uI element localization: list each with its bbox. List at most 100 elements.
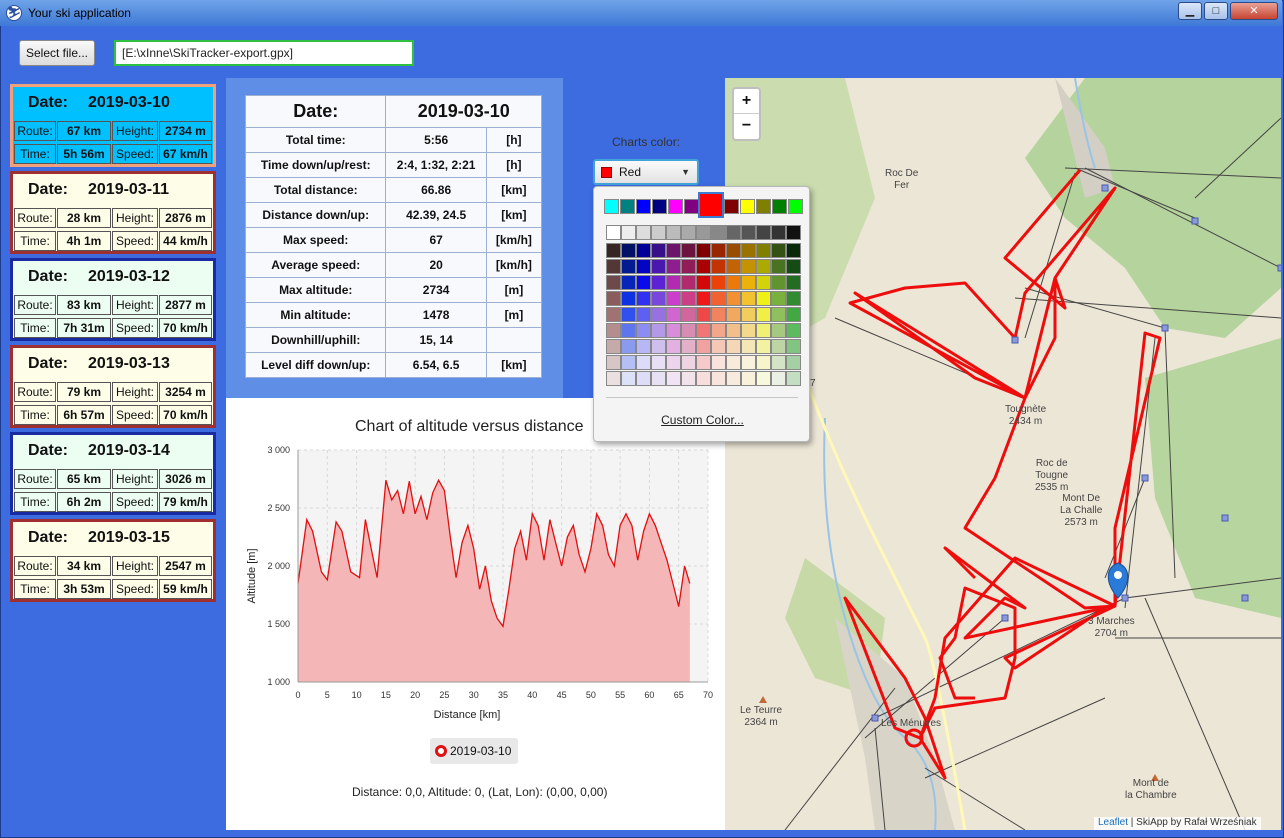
recent-color-swatch[interactable] xyxy=(604,199,619,214)
leaflet-link[interactable]: Leaflet xyxy=(1098,817,1128,828)
palette-color-swatch[interactable] xyxy=(666,355,681,370)
gray-color-swatch[interactable] xyxy=(756,225,771,240)
palette-color-swatch[interactable] xyxy=(726,259,741,274)
palette-color-swatch[interactable] xyxy=(681,339,696,354)
palette-color-swatch[interactable] xyxy=(711,323,726,338)
palette-color-swatch[interactable] xyxy=(771,291,786,306)
chart-legend[interactable]: 2019-03-10 xyxy=(430,738,518,764)
palette-color-swatch[interactable] xyxy=(771,355,786,370)
palette-color-swatch[interactable] xyxy=(666,243,681,258)
palette-color-swatch[interactable] xyxy=(666,307,681,322)
palette-color-swatch[interactable] xyxy=(741,355,756,370)
palette-color-swatch[interactable] xyxy=(726,323,741,338)
palette-color-swatch[interactable] xyxy=(636,371,651,386)
palette-color-swatch[interactable] xyxy=(726,291,741,306)
palette-color-swatch[interactable] xyxy=(756,275,771,290)
palette-color-swatch[interactable] xyxy=(756,339,771,354)
palette-color-swatch[interactable] xyxy=(756,323,771,338)
palette-color-swatch[interactable] xyxy=(606,307,621,322)
recent-color-swatch[interactable] xyxy=(620,199,635,214)
gray-color-swatch[interactable] xyxy=(726,225,741,240)
palette-color-swatch[interactable] xyxy=(621,371,636,386)
palette-color-swatch[interactable] xyxy=(756,355,771,370)
palette-color-swatch[interactable] xyxy=(606,323,621,338)
palette-color-swatch[interactable] xyxy=(756,243,771,258)
palette-color-swatch[interactable] xyxy=(756,259,771,274)
palette-color-swatch[interactable] xyxy=(741,339,756,354)
day-card[interactable]: Date: 2019-03-13 Route: 79 km Height: 3254 mT… xyxy=(10,345,216,428)
zoom-in-button[interactable]: + xyxy=(734,89,759,114)
palette-color-swatch[interactable] xyxy=(711,243,726,258)
palette-color-swatch[interactable] xyxy=(741,259,756,274)
palette-color-swatch[interactable] xyxy=(606,243,621,258)
palette-color-swatch[interactable] xyxy=(726,371,741,386)
palette-color-swatch[interactable] xyxy=(771,323,786,338)
palette-color-swatch[interactable] xyxy=(711,339,726,354)
palette-color-swatch[interactable] xyxy=(666,323,681,338)
minimize-button[interactable]: ▁ xyxy=(1178,2,1202,20)
palette-color-swatch[interactable] xyxy=(771,275,786,290)
palette-color-swatch[interactable] xyxy=(651,339,666,354)
gray-color-swatch[interactable] xyxy=(606,225,621,240)
recent-color-swatch[interactable] xyxy=(724,199,739,214)
gray-color-swatch[interactable] xyxy=(651,225,666,240)
palette-color-swatch[interactable] xyxy=(651,323,666,338)
chart-color-combobox[interactable]: Red ▼ xyxy=(593,159,699,185)
day-card[interactable]: Date: 2019-03-12 Route: 83 km Height: 2877 mT… xyxy=(10,258,216,341)
zoom-out-button[interactable]: − xyxy=(734,114,759,139)
palette-color-swatch[interactable] xyxy=(696,355,711,370)
palette-color-swatch[interactable] xyxy=(726,275,741,290)
palette-color-swatch[interactable] xyxy=(696,307,711,322)
palette-color-swatch[interactable] xyxy=(666,259,681,274)
palette-color-swatch[interactable] xyxy=(741,275,756,290)
palette-color-swatch[interactable] xyxy=(651,291,666,306)
palette-color-swatch[interactable] xyxy=(786,291,801,306)
palette-color-swatch[interactable] xyxy=(786,323,801,338)
palette-color-swatch[interactable] xyxy=(651,243,666,258)
palette-color-swatch[interactable] xyxy=(681,371,696,386)
palette-color-swatch[interactable] xyxy=(771,371,786,386)
palette-color-swatch[interactable] xyxy=(651,275,666,290)
palette-color-swatch[interactable] xyxy=(786,243,801,258)
palette-color-swatch[interactable] xyxy=(621,323,636,338)
recent-color-swatch[interactable] xyxy=(668,199,683,214)
palette-color-swatch[interactable] xyxy=(756,371,771,386)
palette-color-swatch[interactable] xyxy=(741,291,756,306)
recent-color-swatch[interactable] xyxy=(684,199,699,214)
palette-color-swatch[interactable] xyxy=(771,259,786,274)
gray-color-swatch[interactable] xyxy=(711,225,726,240)
recent-color-swatch[interactable] xyxy=(772,199,787,214)
palette-color-swatch[interactable] xyxy=(606,355,621,370)
palette-color-swatch[interactable] xyxy=(651,307,666,322)
palette-color-swatch[interactable] xyxy=(621,355,636,370)
palette-color-swatch[interactable] xyxy=(786,259,801,274)
palette-color-swatch[interactable] xyxy=(636,291,651,306)
gray-color-swatch[interactable] xyxy=(621,225,636,240)
palette-color-swatch[interactable] xyxy=(681,275,696,290)
recent-color-swatch[interactable] xyxy=(636,199,651,214)
palette-color-swatch[interactable] xyxy=(696,275,711,290)
day-card[interactable]: Date: 2019-03-15 Route: 34 km Height: 2547 mT… xyxy=(10,519,216,602)
palette-color-swatch[interactable] xyxy=(786,371,801,386)
select-file-button[interactable]: Select file... xyxy=(19,40,95,66)
palette-color-swatch[interactable] xyxy=(681,243,696,258)
gray-color-swatch[interactable] xyxy=(696,225,711,240)
palette-color-swatch[interactable] xyxy=(636,323,651,338)
palette-color-swatch[interactable] xyxy=(651,259,666,274)
recent-color-swatch[interactable] xyxy=(756,199,771,214)
palette-color-swatch[interactable] xyxy=(741,323,756,338)
palette-color-swatch[interactable] xyxy=(696,243,711,258)
gray-color-swatch[interactable] xyxy=(786,225,801,240)
palette-color-swatch[interactable] xyxy=(696,291,711,306)
palette-color-swatch[interactable] xyxy=(711,275,726,290)
gray-color-swatch[interactable] xyxy=(681,225,696,240)
selected-recent-swatch[interactable] xyxy=(698,192,724,218)
palette-color-swatch[interactable] xyxy=(786,275,801,290)
day-card[interactable]: Date: 2019-03-10 Route: 67 km Height: 2734 mT… xyxy=(10,84,216,167)
palette-color-swatch[interactable] xyxy=(741,371,756,386)
palette-color-swatch[interactable] xyxy=(681,307,696,322)
palette-color-swatch[interactable] xyxy=(666,371,681,386)
palette-color-swatch[interactable] xyxy=(636,243,651,258)
palette-color-swatch[interactable] xyxy=(741,243,756,258)
palette-color-swatch[interactable] xyxy=(636,307,651,322)
